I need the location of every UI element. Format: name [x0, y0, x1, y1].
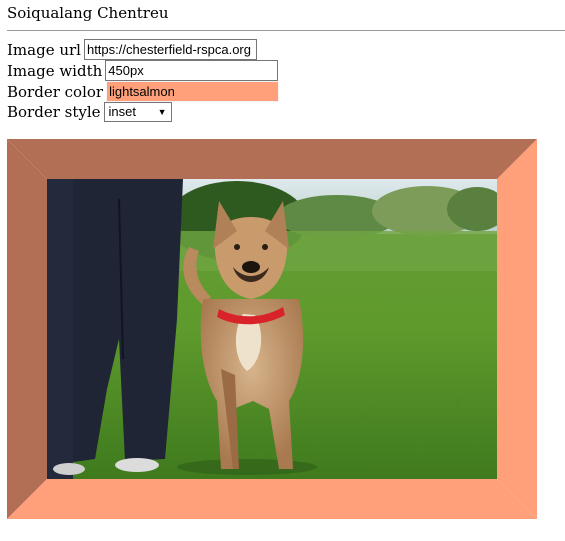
border-style-select[interactable]: inset ▼: [103, 101, 172, 122]
border-bottom: [7, 479, 537, 519]
width-label: Image width: [7, 61, 103, 80]
inset-border: [7, 139, 537, 519]
image-url-input[interactable]: https://chesterfield-rspca.org: [83, 39, 257, 60]
style-label: Border style: [7, 102, 101, 121]
border-top: [7, 139, 537, 179]
dog-photo: [47, 179, 497, 479]
page-title: Soiqualang Chentreu: [7, 4, 169, 22]
url-row: Image url https://chesterfield-rspca.org: [7, 39, 257, 60]
color-row: Border color lightsalmon: [7, 81, 280, 102]
border-right: [497, 139, 537, 519]
url-label: Image url: [7, 40, 81, 59]
width-row: Image width 450px: [7, 60, 279, 81]
framed-image: [7, 139, 537, 519]
border-color-input[interactable]: lightsalmon: [106, 81, 280, 102]
divider: [7, 30, 565, 31]
border-style-value: inset: [108, 104, 136, 119]
chevron-down-icon: ▼: [157, 106, 167, 117]
border-left: [7, 139, 47, 519]
color-label: Border color: [7, 82, 104, 101]
image-width-input[interactable]: 450px: [105, 60, 279, 81]
style-row: Border style inset ▼: [7, 101, 172, 122]
